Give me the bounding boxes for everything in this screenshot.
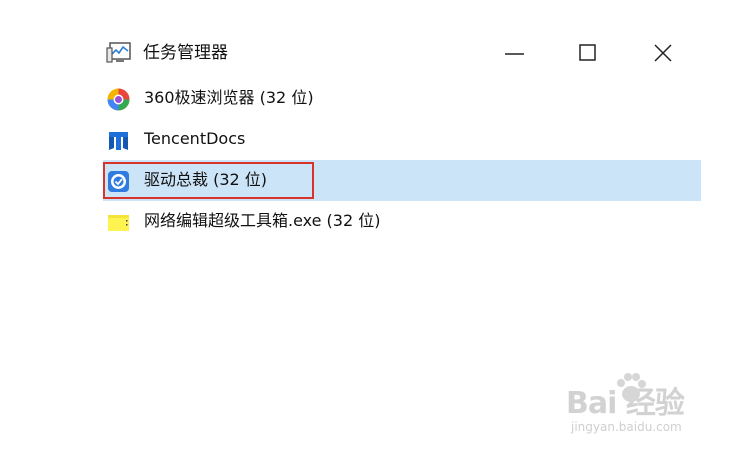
close-button[interactable]	[640, 36, 686, 70]
tencent-docs-icon	[106, 128, 131, 153]
task-manager-icon	[106, 42, 132, 64]
360-browser-icon	[106, 87, 131, 112]
window-title: 任务管理器	[143, 43, 228, 63]
minimize-icon	[505, 53, 524, 55]
title-bar[interactable]: 任务管理器	[0, 30, 741, 76]
baidu-jingyan-watermark: Bai 经验 jingyan.baidu.com	[566, 372, 706, 438]
watermark-url: jingyan.baidu.com	[571, 420, 682, 434]
highlight-annotation-box	[103, 162, 314, 199]
process-label: 360极速浏览器 (32 位)	[144, 88, 314, 107]
process-row-360-browser[interactable]: 360极速浏览器 (32 位)	[103, 78, 701, 119]
maximize-icon	[579, 44, 596, 61]
process-list: 360极速浏览器 (32 位) TencentDocs 驱动总裁 (32 位) …	[103, 78, 701, 242]
maximize-button[interactable]	[565, 36, 611, 70]
process-row-tencent-docs[interactable]: TencentDocs	[103, 119, 701, 160]
process-label: 网络编辑超级工具箱.exe (32 位)	[144, 211, 381, 230]
task-manager-window: 任务管理器 360极速浏览器 (32 位) TencentDocs 驱动总裁 (…	[0, 0, 741, 452]
minimize-button[interactable]	[491, 36, 537, 70]
process-row-driver-manager[interactable]: 驱动总裁 (32 位)	[103, 160, 701, 201]
notepad-file-icon	[106, 210, 131, 235]
paw-icon	[614, 372, 648, 408]
close-icon	[654, 44, 672, 62]
process-label: TencentDocs	[144, 129, 246, 148]
process-row-network-toolbox[interactable]: 网络编辑超级工具箱.exe (32 位)	[103, 201, 701, 242]
